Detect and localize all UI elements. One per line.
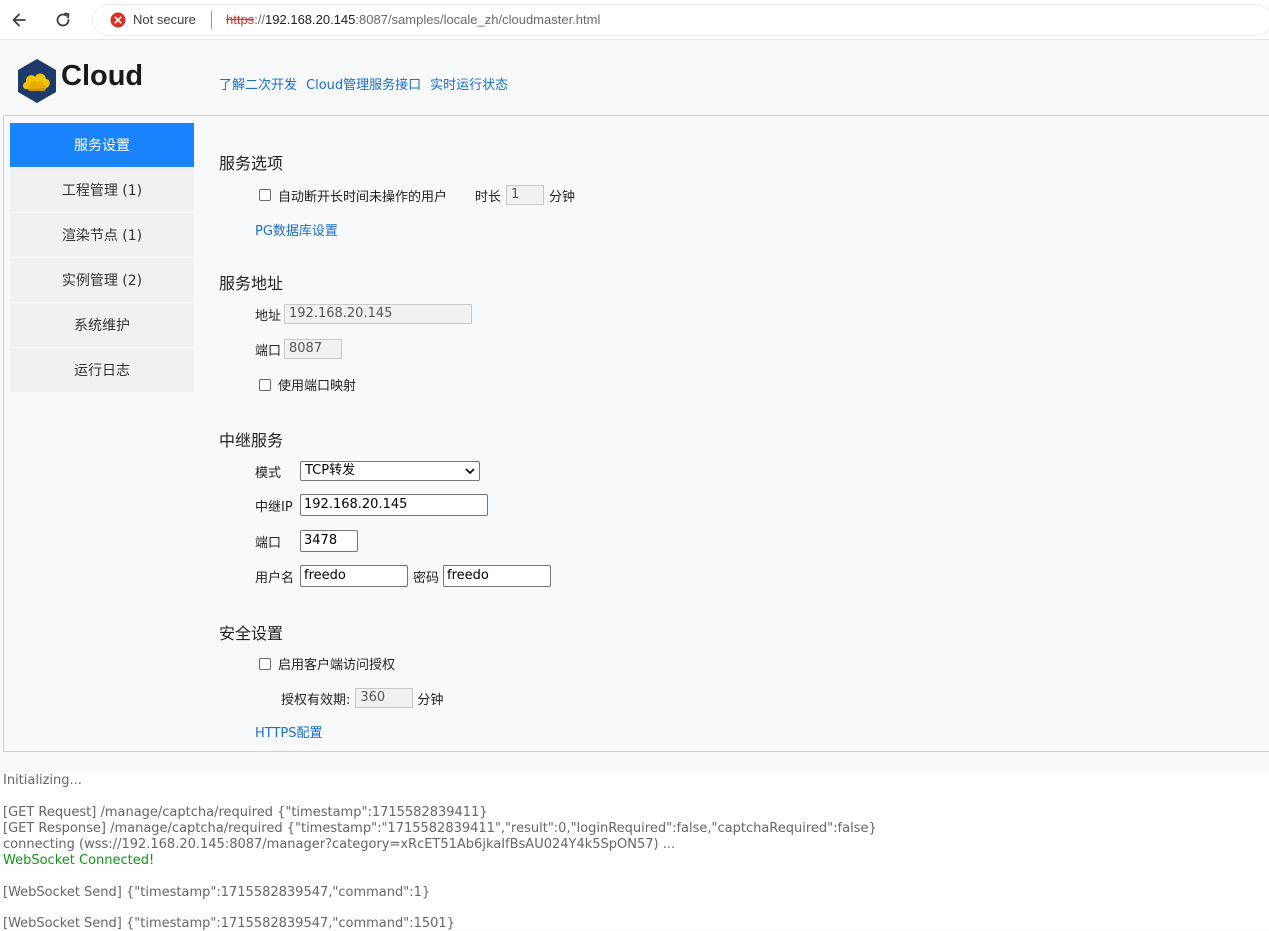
section-title-security: 安全设置 (219, 624, 284, 643)
relay-port-row: 端口 3478 (255, 530, 358, 552)
not-secure-icon[interactable] (110, 12, 126, 28)
port-row: 端口 8087 (255, 339, 343, 359)
sidebar-item-instances[interactable]: 实例管理 (2) (10, 258, 194, 302)
pg-database-link[interactable]: PG数据库设置 (255, 220, 338, 239)
log-line: [GET Request] /manage/captcha/required {… (3, 805, 488, 820)
port-mapping-checkbox[interactable] (259, 378, 271, 391)
relay-ip-label: 中继IP (255, 499, 293, 515)
url-separator: :// (254, 12, 266, 27)
url-text[interactable]: https://192.168.20.145:8087/samples/loca… (226, 12, 600, 27)
port-input[interactable]: 8087 (284, 339, 343, 359)
sidebar-item-projects[interactable]: 工程管理 (1) (10, 168, 194, 212)
relay-password-input[interactable]: freedo (443, 565, 552, 587)
relay-port-label: 端口 (255, 535, 282, 551)
relay-mode-label: 模式 (255, 465, 282, 481)
client-auth-label: 启用客户端访问授权 (278, 658, 396, 673)
client-auth-row: 启用客户端访问授权 (259, 654, 395, 673)
sidebar-item-service-settings[interactable]: 服务设置 (10, 123, 194, 167)
section-title-service-address: 服务地址 (219, 274, 284, 293)
relay-mode-value: TCP转发 (305, 463, 356, 478)
https-config-link[interactable]: HTTPS配置 (255, 722, 323, 741)
auth-validity-label: 授权有效期: (281, 692, 351, 708)
security-status-text[interactable]: Not secure (133, 12, 196, 27)
sidebar-item-maintenance[interactable]: 系统维护 (10, 303, 194, 347)
relay-port-input[interactable]: 3478 (300, 530, 358, 552)
reload-icon[interactable] (51, 8, 75, 32)
sidebar-item-logs[interactable]: 运行日志 (10, 348, 194, 392)
omnibox-separator (211, 11, 212, 29)
pg-link-row: PG数据库设置 (255, 220, 338, 239)
chevron-down-icon (465, 468, 475, 475)
auto-disconnect-checkbox[interactable] (259, 189, 271, 201)
auth-validity-row: 授权有效期: 360 分钟 (281, 688, 443, 708)
duration-unit: 分钟 (549, 189, 576, 205)
log-line-connected: WebSocket Connected! (3, 853, 155, 868)
section-title-relay: 中继服务 (219, 431, 284, 450)
address-row: 地址 192.168.20.145 (255, 304, 473, 324)
relay-credentials-row: 用户名 freedo 密码 freedo (255, 565, 552, 587)
relay-username-input[interactable]: freedo (300, 565, 408, 587)
relay-mode-select[interactable]: TCP转发 (300, 461, 480, 481)
url-path: :8087/samples/locale_zh/cloudmaster.html (355, 12, 601, 27)
duration-label: 时长 (475, 189, 502, 205)
port-mapping-row: 使用端口映射 (259, 375, 356, 394)
relay-ip-row: 中继IP 192.168.20.145 (255, 494, 488, 516)
sidebar-item-render-nodes[interactable]: 渲染节点 (1) (10, 213, 194, 257)
top-link-api[interactable]: Cloud管理服务接口 (306, 74, 421, 93)
https-link-row: HTTPS配置 (255, 722, 323, 741)
log-output: Initializing... [GET Request] /manage/ca… (0, 773, 1269, 931)
address-bar[interactable]: Not secure https://192.168.20.145:8087/s… (92, 4, 1269, 36)
sidebar: 服务设置 工程管理 (1) 渲染节点 (1) 实例管理 (2) 系统维护 运行日… (10, 123, 194, 393)
auth-validity-unit: 分钟 (417, 692, 444, 708)
logo-text: Cloud (61, 60, 144, 92)
port-mapping-label: 使用端口映射 (278, 379, 357, 394)
browser-toolbar: Not secure https://192.168.20.145:8087/s… (0, 0, 1269, 40)
address-input[interactable]: 192.168.20.145 (284, 304, 473, 324)
relay-ip-input[interactable]: 192.168.20.145 (300, 494, 488, 516)
log-line: [GET Response] /manage/captcha/required … (3, 821, 877, 836)
top-link-status[interactable]: 实时运行状态 (430, 74, 508, 93)
relay-username-label: 用户名 (255, 570, 295, 586)
relay-password-label: 密码 (413, 570, 440, 586)
top-nav: 了解二次开发 Cloud管理服务接口 实时运行状态 (219, 74, 508, 93)
top-link-dev[interactable]: 了解二次开发 (219, 74, 297, 93)
main-panel: 服务设置 工程管理 (1) 渲染节点 (1) 实例管理 (2) 系统维护 运行日… (3, 115, 1269, 752)
duration-input[interactable]: 1 (506, 185, 545, 205)
cloud-logo-icon (18, 59, 56, 103)
settings-content: 服务选项 自动断开长时间未操作的用户 时长 1 分钟 PG数据库设置 服务地址 … (219, 116, 1269, 751)
url-host: 192.168.20.145 (265, 12, 356, 27)
log-line: Initializing... (3, 773, 82, 788)
relay-mode-row: 模式 TCP转发 (255, 461, 480, 481)
log-line: [WebSocket Send] {"timestamp":1715582839… (3, 885, 431, 900)
auto-disconnect-row: 自动断开长时间未操作的用户 时长 1 分钟 (259, 185, 575, 205)
client-auth-checkbox[interactable] (259, 657, 271, 670)
auth-validity-input[interactable]: 360 (355, 688, 414, 708)
port-label: 端口 (255, 343, 282, 359)
auto-disconnect-label: 自动断开长时间未操作的用户 (278, 189, 448, 205)
address-label: 地址 (255, 308, 282, 324)
back-icon[interactable] (7, 8, 31, 32)
log-line: connecting (wss://192.168.20.145:8087/ma… (3, 837, 676, 852)
section-title-service-options: 服务选项 (219, 154, 284, 173)
url-scheme: https (226, 12, 255, 27)
log-line: [WebSocket Send] {"timestamp":1715582839… (3, 916, 455, 931)
